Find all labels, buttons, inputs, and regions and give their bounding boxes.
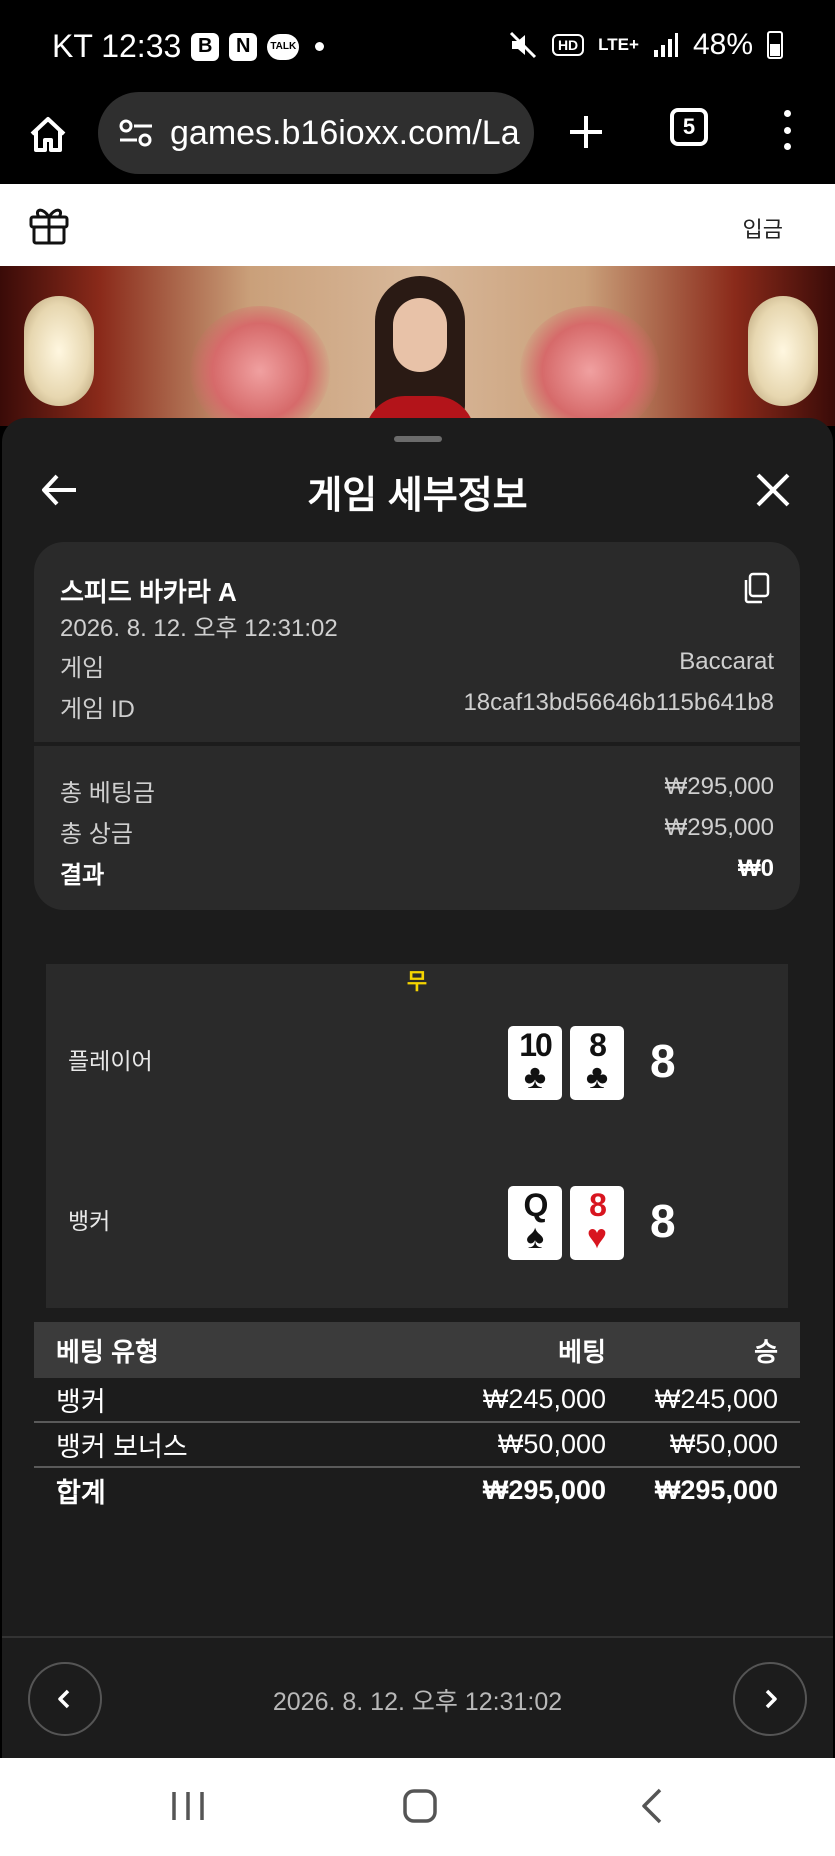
lantern-decoration — [24, 296, 94, 406]
table-row: 뱅커 ₩245,000 ₩245,000 — [34, 1378, 800, 1423]
card-rank: 8 — [589, 1027, 607, 1063]
player-score: 8 — [650, 1035, 676, 1087]
more-menu-icon[interactable] — [772, 106, 802, 154]
tab-switcher-button[interactable]: 5 — [670, 108, 708, 146]
new-tab-icon[interactable] — [566, 112, 606, 152]
mute-icon — [509, 31, 536, 59]
dealer-figure — [365, 276, 475, 426]
chevron-right-icon — [765, 1689, 777, 1709]
card-rank: 10 — [519, 1027, 553, 1063]
bet-amount-cell: ₩50,000 — [497, 1429, 606, 1459]
sheet-footer: 2026. 8. 12. 오후 12:31:02 — [2, 1636, 833, 1758]
result-value: ₩0 — [738, 855, 774, 882]
banker-label: 뱅커 — [68, 1208, 111, 1234]
gift-icon[interactable] — [26, 200, 72, 246]
recent-apps-icon[interactable] — [166, 1786, 210, 1826]
home-button-icon[interactable] — [398, 1786, 442, 1826]
result-row: 결과 ₩0 — [60, 855, 774, 890]
bet-type-cell: 뱅커 — [56, 1387, 106, 1417]
table-total-row: 합계 ₩295,000 ₩295,000 — [34, 1468, 800, 1513]
game-type-label: 게임 — [60, 655, 105, 682]
total-prize-label: 총 상금 — [60, 821, 133, 848]
system-navigation-bar — [0, 1758, 835, 1856]
carrier-time: KT 12:33 — [52, 28, 182, 64]
win-amount-cell: ₩295,000 — [654, 1475, 778, 1505]
status-right: HD LTE+ 48% — [508, 28, 783, 62]
banker-score: 8 — [650, 1195, 676, 1247]
total-prize-row: 총 상금 ₩295,000 — [60, 814, 774, 849]
copy-icon[interactable] — [742, 572, 770, 604]
game-type-row: 게임 Baccarat — [60, 648, 774, 683]
result-label: 결과 — [60, 862, 105, 889]
player-label: 플레이어 — [68, 1048, 153, 1074]
header-win: 승 — [754, 1336, 778, 1367]
total-bet-value: ₩295,000 — [664, 773, 774, 800]
sheet-drag-handle[interactable] — [394, 436, 442, 442]
status-bar: KT 12:33 B N TALK HD LTE+ 48% — [0, 0, 835, 92]
banker-card-1: Q ♠ — [508, 1186, 562, 1260]
footer-datetime: 2026. 8. 12. 오후 12:31:02 — [272, 1688, 563, 1716]
status-left: KT 12:33 B N TALK — [52, 28, 325, 65]
bet-type-cell: 합계 — [56, 1478, 106, 1508]
notification-dot-icon — [315, 42, 325, 51]
band-app-icon: B — [191, 32, 220, 61]
club-suit-icon: ♣ — [585, 1058, 609, 1096]
total-bet-row: 총 베팅금 ₩295,000 — [60, 773, 774, 808]
player-card-1: 10 ♣ — [508, 1026, 562, 1100]
bet-amount-cell: ₩295,000 — [482, 1475, 606, 1505]
total-bet-label: 총 베팅금 — [60, 780, 155, 807]
browser-toolbar: games.b16ioxx.com/La 5 — [0, 92, 835, 184]
game-datetime: 2026. 8. 12. 오후 12:31:02 — [60, 615, 338, 642]
site-settings-icon[interactable] — [118, 118, 154, 148]
win-amount-cell: ₩245,000 — [654, 1384, 778, 1414]
game-name: 스피드 바카라 A — [60, 577, 237, 607]
card-divider — [34, 742, 800, 746]
card-rank: 8 — [589, 1187, 607, 1223]
game-type-value: Baccarat — [679, 648, 774, 675]
club-suit-icon: ♣ — [523, 1058, 547, 1096]
signal-icon — [653, 33, 678, 57]
player-card-2: 8 ♣ — [570, 1026, 624, 1100]
game-id-value: 18caf13bd56646b115b641b8 — [463, 689, 774, 716]
next-round-button[interactable] — [733, 1662, 807, 1736]
live-dealer-video — [0, 266, 835, 426]
back-button-icon[interactable] — [632, 1786, 676, 1826]
bet-table-header: 베팅 유형 베팅 승 — [34, 1322, 800, 1378]
site-header: 입금 — [0, 184, 835, 266]
bet-amount-cell: ₩245,000 — [482, 1384, 606, 1414]
lantern-decoration — [748, 296, 818, 406]
game-info-card: 스피드 바카라 A 2026. 8. 12. 오후 12:31:02 게임 Ba… — [34, 542, 800, 910]
blossom-decoration — [190, 306, 330, 426]
battery-percent: 48% — [692, 28, 753, 61]
banker-card-2: 8 ♥ — [570, 1186, 624, 1260]
heart-suit-icon: ♥ — [586, 1218, 608, 1256]
result-board: 무 플레이어 10 ♣ 8 ♣ 8 뱅커 Q ♠ 8 ♥ 8 — [46, 964, 788, 1308]
hd-voice-icon: HD — [551, 34, 585, 56]
network-type: LTE+ — [598, 35, 639, 54]
win-amount-cell: ₩50,000 — [669, 1429, 778, 1459]
game-details-sheet: 게임 세부정보 스피드 바카라 A 2026. 8. 12. 오후 12:31:… — [2, 418, 833, 1758]
battery-icon — [767, 31, 783, 59]
table-row: 뱅커 보너스 ₩50,000 ₩50,000 — [34, 1423, 800, 1468]
spade-suit-icon: ♠ — [525, 1218, 545, 1256]
header-bet: 베팅 — [558, 1336, 606, 1367]
bet-table: 베팅 유형 베팅 승 뱅커 ₩245,000 ₩245,000 뱅커 보너스 ₩… — [34, 1322, 800, 1513]
game-id-label: 게임 ID — [60, 696, 135, 723]
url-text: games.b16ioxx.com/La — [170, 113, 520, 152]
sheet-title: 게임 세부정보 — [307, 475, 528, 517]
kakaotalk-icon: TALK — [267, 33, 300, 60]
game-id-row: 게임 ID 18caf13bd56646b115b641b8 — [60, 689, 774, 724]
close-icon[interactable] — [753, 470, 793, 510]
header-bet-type: 베팅 유형 — [56, 1336, 159, 1367]
outcome-label: 무 — [406, 969, 428, 994]
bet-type-cell: 뱅커 보너스 — [56, 1432, 188, 1462]
naver-app-icon: N — [229, 32, 258, 61]
total-prize-value: ₩295,000 — [664, 814, 774, 841]
blossom-decoration — [520, 306, 660, 426]
address-bar[interactable]: games.b16ioxx.com/La — [98, 92, 534, 174]
deposit-button[interactable]: 입금 — [743, 212, 783, 244]
card-rank: Q — [523, 1187, 549, 1223]
home-icon[interactable] — [28, 104, 68, 164]
